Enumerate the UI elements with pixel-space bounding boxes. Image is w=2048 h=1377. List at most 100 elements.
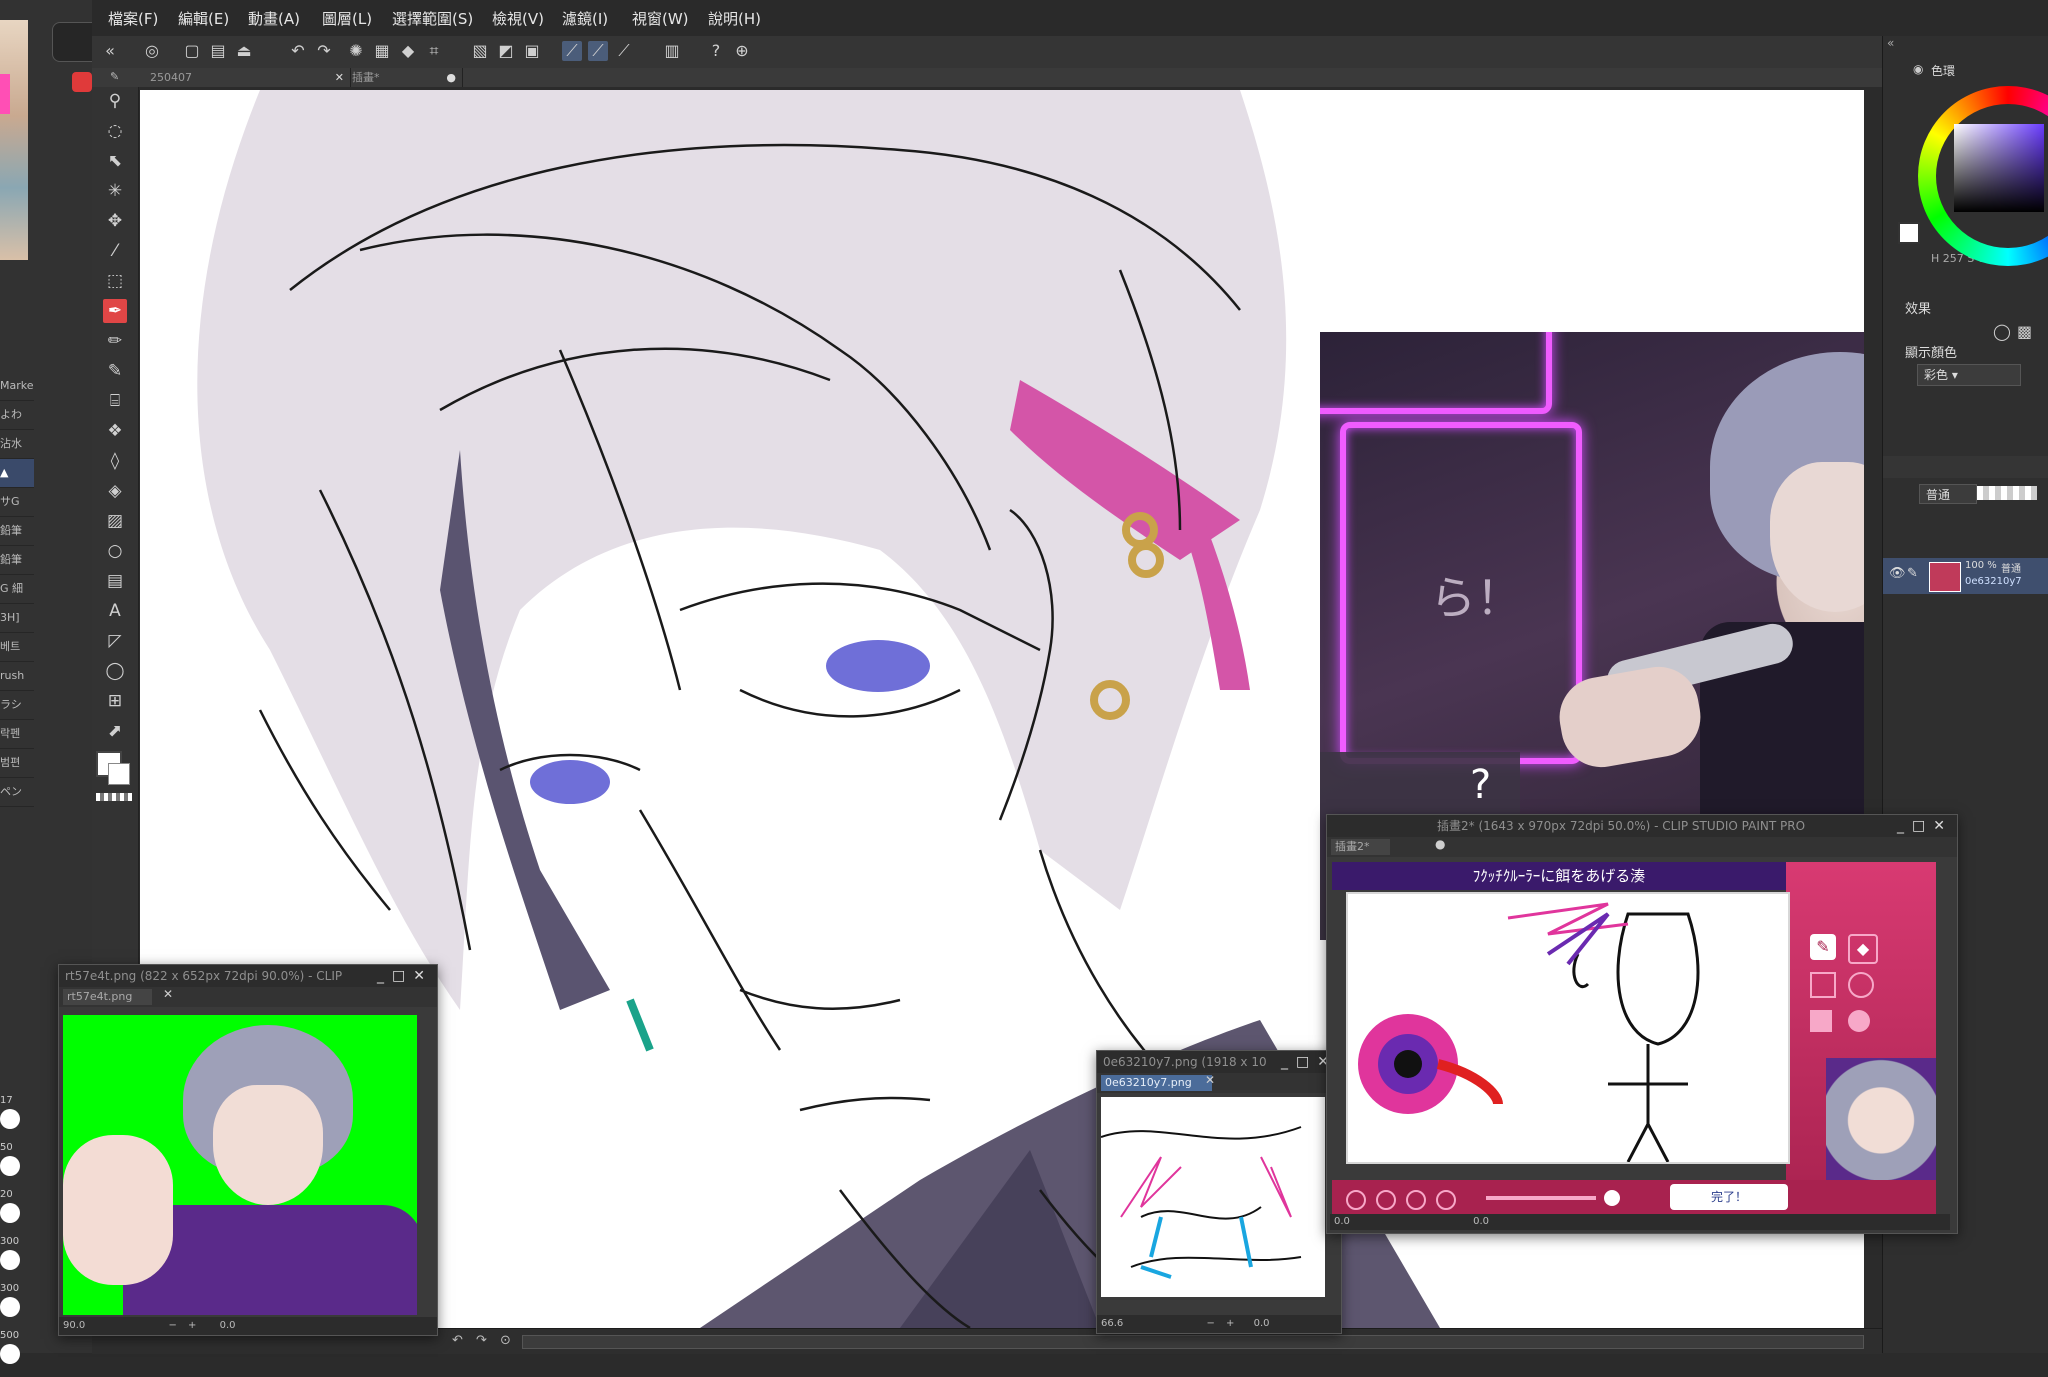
move-tool-icon[interactable]: ✥ [103, 209, 127, 233]
slider-knob-icon[interactable] [1604, 1190, 1620, 1206]
selection-tool-icon[interactable]: ⬚ [103, 269, 127, 293]
figure-tool-icon[interactable]: ○ [103, 539, 127, 563]
clear-icon[interactable]: ▦ [372, 41, 392, 61]
close-icon[interactable]: ✕ [1205, 1073, 1215, 1087]
brush-item[interactable]: 락펜 [0, 720, 34, 749]
open-folder-icon[interactable]: ▤ [208, 41, 228, 61]
circle-fill-icon[interactable] [1848, 1010, 1870, 1032]
brush-item[interactable]: 沾水 [0, 430, 34, 459]
zoom-settings-icon[interactable]: ⊕ [732, 41, 752, 61]
new-file-icon[interactable]: ▢ [182, 41, 202, 61]
rotation-value[interactable]: 0.0 [1473, 1216, 1489, 1227]
gradient-tool-icon[interactable]: ▨ [103, 509, 127, 533]
sub-color-swatch[interactable] [108, 763, 130, 785]
brush-item-selected[interactable]: ▲ [0, 459, 34, 488]
brush-item[interactable]: よわ [0, 401, 34, 430]
eraser-icon[interactable]: ◆ [1848, 934, 1878, 964]
clip-studio-icon[interactable]: ◎ [142, 41, 162, 61]
fill-icon[interactable]: ◆ [398, 41, 418, 61]
rotate-left-icon[interactable]: ↶ [452, 1333, 463, 1348]
brush-size-option[interactable]: 20 [0, 1189, 30, 1236]
pen-tool-icon[interactable]: ✒ [103, 299, 127, 323]
brush-size-option[interactable]: 17 [0, 1095, 30, 1142]
rotation-value[interactable]: 0.0 [1254, 1318, 1270, 1329]
menu-animation[interactable]: 動畫(A) [248, 8, 300, 29]
brush-size-dot-icon[interactable] [1376, 1190, 1396, 1210]
menu-layer[interactable]: 圖層(L) [322, 8, 372, 29]
decoration-tool-icon[interactable]: ❖ [103, 419, 127, 443]
window-tab[interactable]: 0e63210y7.png [1101, 1075, 1212, 1091]
square-fill-icon[interactable] [1810, 1010, 1832, 1032]
snap-special-ruler-icon[interactable]: ⟋ [588, 41, 608, 61]
menu-selection[interactable]: 選擇範圍(S) [392, 8, 473, 29]
brush-item[interactable]: ラシ [0, 691, 34, 720]
reset-rotation-icon[interactable]: ⊙ [500, 1333, 511, 1348]
snap-grid-icon[interactable]: ⟋ [614, 41, 634, 61]
zoom-tool-icon[interactable]: ⚲ [103, 89, 127, 113]
reference-thumbnail[interactable] [0, 20, 28, 260]
transform-icon[interactable]: ⌗ [424, 41, 444, 61]
zoom-in-icon[interactable]: + [1226, 1318, 1234, 1329]
brush-item[interactable]: 3H] [0, 604, 34, 633]
blend-mode-select[interactable]: 普通 [1919, 484, 1977, 504]
brush-size-option[interactable]: 500 [0, 1330, 30, 1377]
doc-tab-illustration[interactable]: 插畫* ● [344, 68, 463, 87]
loading-icon[interactable]: ✺ [346, 41, 366, 61]
undo-icon[interactable]: ↶ [288, 41, 308, 61]
eye-icon[interactable]: 👁 [1889, 566, 1906, 581]
deselect-icon[interactable]: ▧ [470, 41, 490, 61]
effect-border-icon[interactable]: ◯ [1993, 322, 2011, 341]
window-controls[interactable]: _□✕ [377, 965, 433, 987]
done-button[interactable]: 完了！ [1670, 1184, 1788, 1210]
tablet-icon[interactable]: ▥ [662, 41, 682, 61]
ruler-tool-icon[interactable]: ⊞ [103, 689, 127, 713]
brush-item[interactable]: 鉛筆 [0, 546, 34, 575]
horizontal-scrollbar[interactable] [522, 1335, 1864, 1349]
brush-size-dot-icon[interactable] [1346, 1190, 1366, 1210]
zoom-value[interactable]: 66.6 [1101, 1318, 1123, 1329]
transparent-color-icon[interactable] [96, 793, 132, 801]
brush-size-option[interactable]: 50 [0, 1142, 30, 1189]
auto-select-icon[interactable]: ✳ [103, 179, 127, 203]
brush-size-dot-icon[interactable] [1406, 1190, 1426, 1210]
move-layer-icon[interactable]: ◌ [103, 119, 127, 143]
game-drawing-board[interactable] [1346, 892, 1790, 1164]
brush-item[interactable]: 범편 [0, 749, 34, 778]
effect-tone-icon[interactable]: ▩ [2017, 322, 2032, 341]
brush-size-dot-icon[interactable] [1436, 1190, 1456, 1210]
zoom-out-icon[interactable]: − [1206, 1318, 1214, 1329]
pen-icon[interactable]: ✎ [1810, 934, 1836, 960]
collapse-icon[interactable]: « [100, 41, 120, 61]
snap-ruler-icon[interactable]: ⟋ [562, 41, 582, 61]
menu-window[interactable]: 視窗(W) [632, 8, 689, 29]
brush-tool-icon[interactable]: ✎ [103, 359, 127, 383]
brush-item[interactable]: サG [0, 488, 34, 517]
display-color-select[interactable]: 彩色 ▾ [1917, 364, 2021, 386]
zoom-in-icon[interactable]: + [188, 1320, 196, 1331]
foreground-color-swatch[interactable] [1898, 222, 1920, 244]
text-tool-icon[interactable]: A [103, 599, 127, 623]
pen-lock-icon[interactable]: ✎ [1907, 566, 1918, 581]
brush-item[interactable]: 鉛筆 [0, 517, 34, 546]
color-wheel-tab-icon[interactable]: ◉ [1913, 62, 1923, 76]
operation-tool-icon[interactable]: ⬉ [103, 149, 127, 173]
frame-tool-icon[interactable]: ▤ [103, 569, 127, 593]
brush-item[interactable]: ペン [0, 778, 34, 807]
opacity-slider[interactable] [1486, 1196, 1596, 1200]
brush-item[interactable]: G 細 [0, 575, 34, 604]
eraser-tool-icon[interactable]: ◊ [103, 449, 127, 473]
brush-size-option[interactable]: 300 [0, 1283, 30, 1330]
window-tab[interactable]: rt57e4t.png [63, 989, 153, 1005]
window-controls[interactable]: _□✕ [1897, 815, 1953, 837]
opacity-slider[interactable] [1977, 486, 2037, 500]
collapse-icon[interactable]: « [1887, 36, 1894, 50]
doc-tab-250407[interactable]: 250407 ✕ [142, 68, 351, 87]
menu-filter[interactable]: 濾鏡(I) [562, 8, 608, 29]
eyedropper-icon[interactable]: ⁄ [103, 239, 127, 263]
fill-tool-icon[interactable]: ◈ [103, 479, 127, 503]
window-tab[interactable]: 插畫2* [1331, 839, 1390, 855]
show-border-icon[interactable]: ▣ [522, 41, 542, 61]
lasso-tool-icon[interactable]: ◯ [103, 659, 127, 683]
help-icon[interactable]: ? [706, 41, 726, 61]
brush-item[interactable]: 베트 [0, 633, 34, 662]
